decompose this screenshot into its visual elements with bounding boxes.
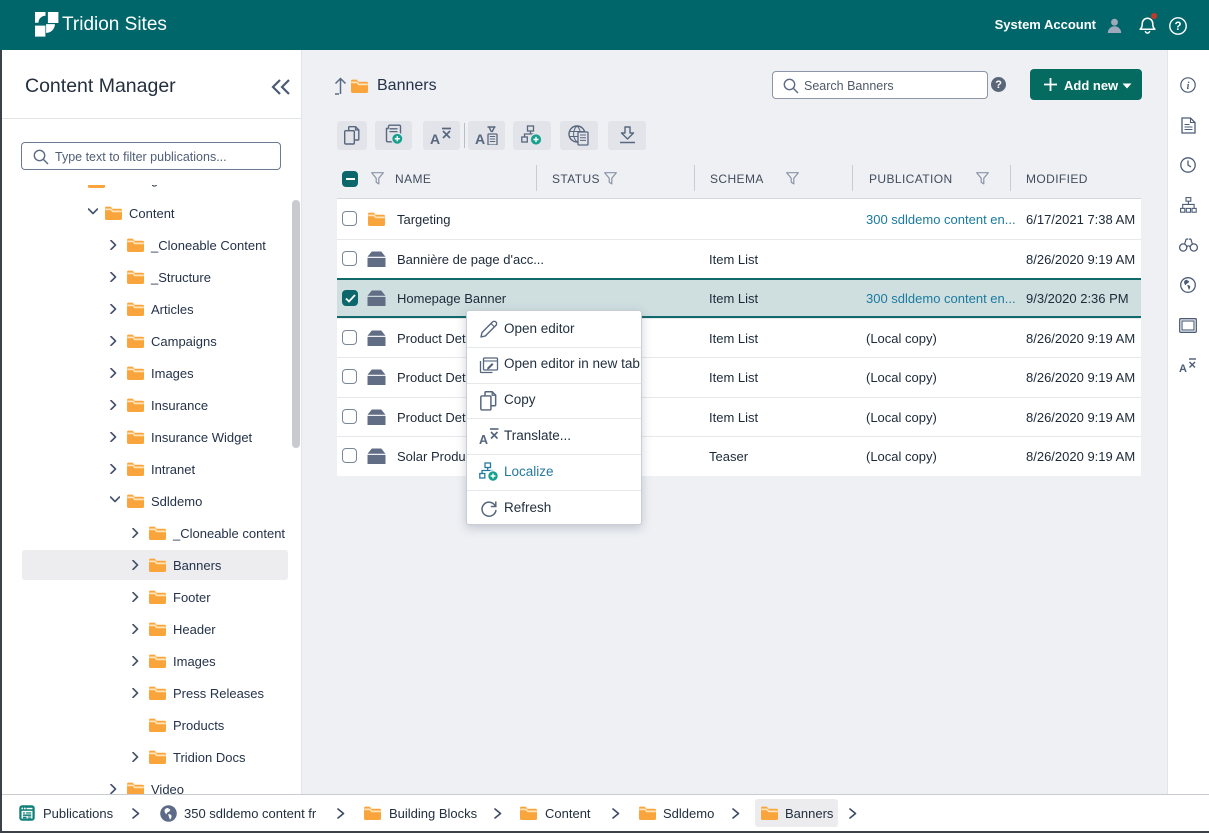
- svg-text:A: A: [475, 131, 485, 145]
- svg-text:A: A: [430, 131, 440, 145]
- svg-text:i: i: [1187, 81, 1190, 92]
- svg-text:A: A: [1179, 363, 1187, 373]
- svg-text:A: A: [479, 433, 488, 445]
- svg-text:?: ?: [1174, 21, 1181, 33]
